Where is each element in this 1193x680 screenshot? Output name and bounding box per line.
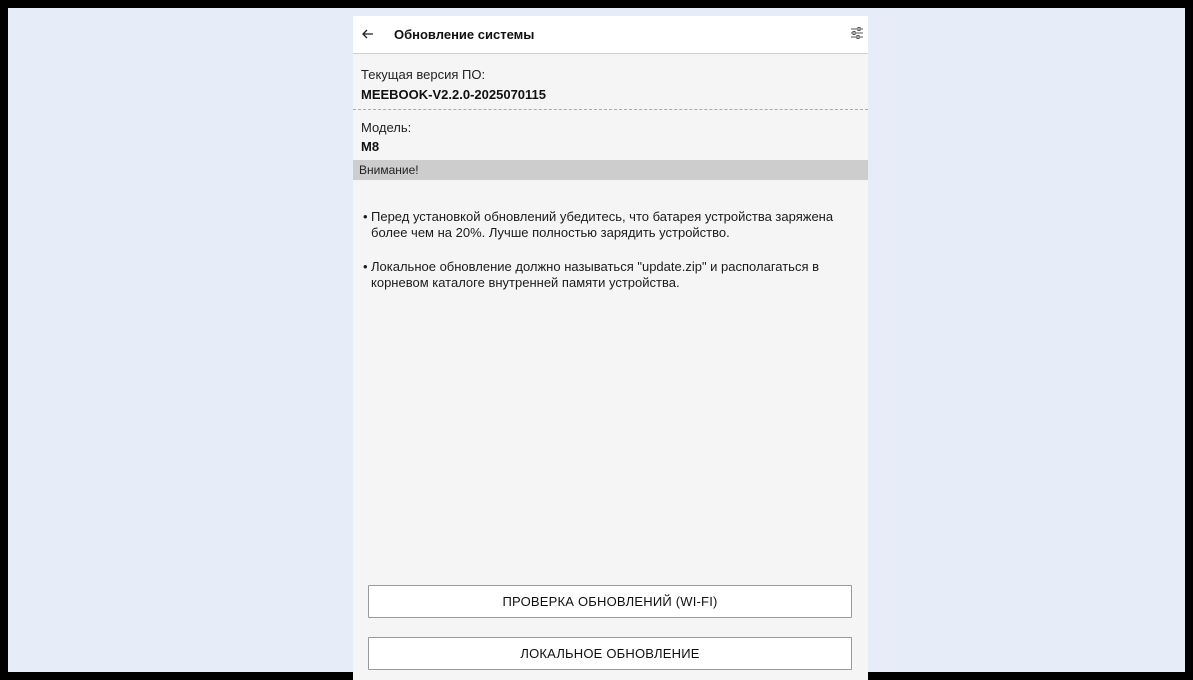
note-local-update-text: Локальное обновление должно называться "… [371, 259, 819, 290]
model-section: Модель: M8 [353, 111, 868, 160]
warning-notes: • Перед установкой обновлений убедитесь,… [363, 209, 853, 309]
page-title: Обновление системы [394, 27, 535, 42]
warning-header: Внимание! [353, 160, 868, 180]
check-updates-wifi-button[interactable]: ПРОВЕРКА ОБНОВЛЕНИЙ (WI-FI) [368, 585, 852, 618]
model-label: Модель: [361, 120, 412, 135]
firmware-version-value: MEEBOOK-V2.2.0-2025070115 [361, 87, 546, 102]
note-local-update: • Локальное обновление должно называться… [363, 259, 853, 291]
firmware-version-section: Текущая версия ПО: MEEBOOK-V2.2.0-202507… [353, 54, 868, 110]
note-battery: • Перед установкой обновлений убедитесь,… [363, 209, 853, 241]
device-screen: Обновление системы Текущая версия ПО: ME… [353, 16, 868, 680]
sliders-icon[interactable] [850, 26, 864, 40]
arrow-left-icon[interactable] [360, 26, 376, 42]
bullet-icon: • [363, 259, 368, 274]
top-bar: Обновление системы [353, 16, 868, 54]
firmware-version-label: Текущая версия ПО: [361, 67, 486, 82]
window-frame: Обновление системы Текущая версия ПО: ME… [0, 0, 1193, 680]
warning-title: Внимание! [359, 163, 419, 177]
model-value: M8 [361, 139, 380, 154]
local-update-button[interactable]: ЛОКАЛЬНОЕ ОБНОВЛЕНИЕ [368, 637, 852, 670]
note-battery-text: Перед установкой обновлений убедитесь, ч… [371, 209, 834, 240]
bullet-icon: • [363, 209, 368, 224]
